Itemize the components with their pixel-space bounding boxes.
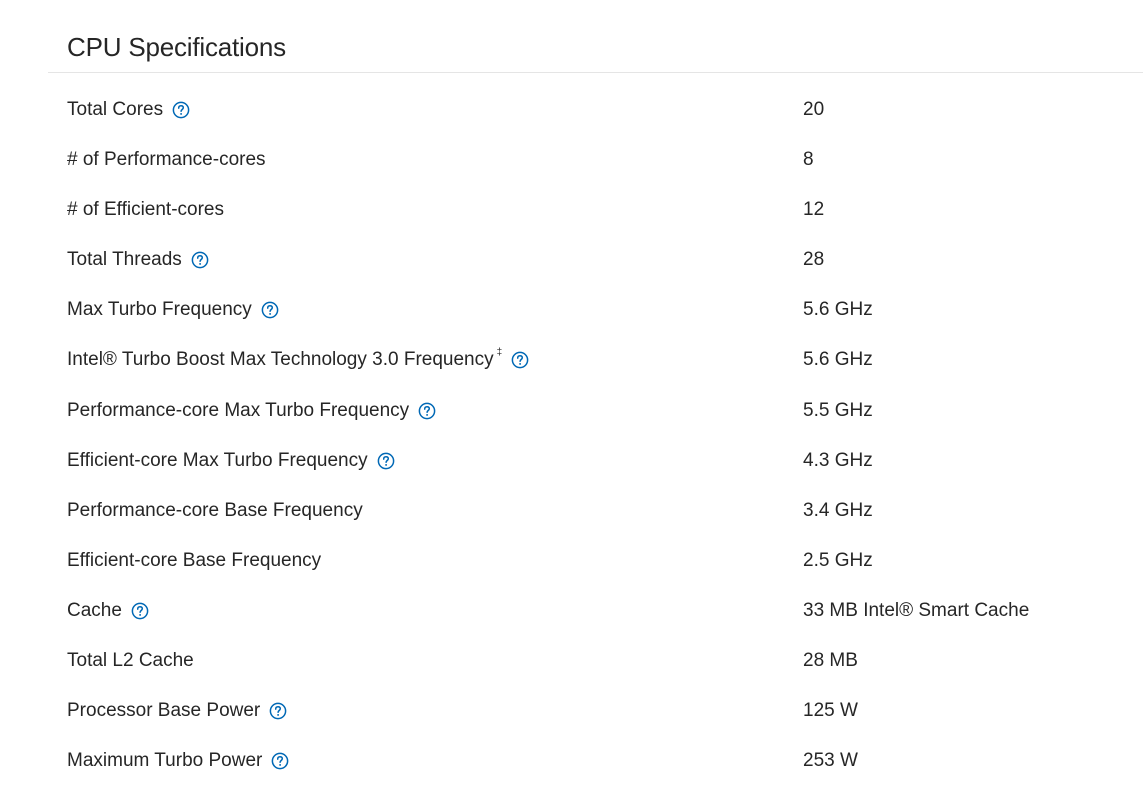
spec-label-text: Efficient-core Base Frequency — [67, 549, 322, 571]
spec-label: Total L2 Cache — [67, 636, 194, 686]
help-icon[interactable] — [131, 602, 149, 620]
spec-value: 5.5 GHz — [803, 399, 873, 421]
spec-value: 33 MB Intel® Smart Cache — [803, 599, 1030, 621]
spec-label: Performance-core Base Frequency — [67, 486, 363, 536]
help-icon[interactable] — [191, 251, 209, 269]
spec-label: Intel® Turbo Boost Max Technology 3.0 Fr… — [67, 335, 529, 385]
spec-list: Total Cores 20 # of Performance-cores 8 … — [0, 85, 1143, 786]
spec-row-performance-core-max-turbo: Performance-core Max Turbo Frequency 5.5… — [0, 386, 1143, 436]
spec-label-text: Efficient-core Max Turbo Frequency — [67, 449, 368, 471]
spec-label-text: Cache — [67, 599, 122, 621]
spec-value: 125 W — [803, 700, 858, 722]
spec-label-text: # of Performance-cores — [67, 149, 266, 171]
spec-label: Efficient-core Max Turbo Frequency — [67, 436, 395, 486]
help-icon[interactable] — [172, 101, 190, 119]
spec-row-total-cores: Total Cores 20 — [0, 85, 1143, 135]
spec-value: 253 W — [803, 750, 858, 772]
spec-label-text: Performance-core Max Turbo Frequency — [67, 399, 410, 421]
spec-label-text: Total Cores — [67, 99, 164, 120]
spec-row-performance-cores: # of Performance-cores 8 — [0, 135, 1143, 185]
spec-value: 12 — [803, 199, 825, 221]
spec-label-text: Maximum Turbo Power — [67, 750, 263, 772]
spec-row-max-turbo-frequency: Max Turbo Frequency 5.6 GHz — [0, 285, 1143, 335]
spec-label: Maximum Turbo Power — [67, 736, 289, 786]
spec-label: Max Turbo Frequency — [67, 285, 279, 335]
spec-value: 8 — [803, 149, 814, 171]
spec-label-text: Processor Base Power — [67, 700, 261, 722]
spec-label: Total Threads — [67, 235, 209, 285]
footnote-dagger: ‡ — [496, 346, 503, 358]
spec-value: 2.5 GHz — [803, 549, 873, 571]
spec-value: 5.6 GHz — [803, 349, 873, 371]
spec-value: 20 — [803, 99, 825, 120]
spec-label: Processor Base Power — [67, 686, 287, 736]
spec-row-efficient-cores: # of Efficient-cores 12 — [0, 185, 1143, 235]
help-icon[interactable] — [261, 301, 279, 319]
section-divider — [48, 72, 1143, 73]
spec-row-total-threads: Total Threads 28 — [0, 235, 1143, 285]
spec-row-total-l2-cache: Total L2 Cache 28 MB — [0, 636, 1143, 686]
help-icon[interactable] — [511, 351, 529, 369]
spec-label-text: Max Turbo Frequency — [67, 299, 252, 321]
spec-value: 3.4 GHz — [803, 499, 873, 521]
spec-label: Efficient-core Base Frequency — [67, 536, 321, 586]
spec-row-efficient-core-base: Efficient-core Base Frequency 2.5 GHz — [0, 536, 1143, 586]
spec-value: 28 — [803, 249, 825, 271]
spec-value: 4.3 GHz — [803, 449, 873, 471]
spec-row-maximum-turbo-power: Maximum Turbo Power 253 W — [0, 736, 1143, 786]
spec-row-turbo-boost-max-3-frequency: Intel® Turbo Boost Max Technology 3.0 Fr… — [0, 335, 1143, 385]
spec-value: 28 MB — [803, 650, 858, 672]
spec-label: Performance-core Max Turbo Frequency — [67, 386, 436, 436]
spec-label-text: Performance-core Base Frequency — [67, 499, 363, 521]
help-icon[interactable] — [377, 452, 395, 470]
spec-label-text: Intel® Turbo Boost Max Technology 3.0 Fr… — [67, 349, 494, 371]
spec-label-text: Total Threads — [67, 249, 182, 271]
help-icon[interactable] — [269, 702, 287, 720]
spec-label: Cache — [67, 586, 149, 636]
spec-row-performance-core-base: Performance-core Base Frequency 3.4 GHz — [0, 486, 1143, 536]
spec-label: # of Efficient-cores — [67, 185, 224, 235]
spec-label-text: Total L2 Cache — [67, 650, 194, 672]
help-icon[interactable] — [418, 402, 436, 420]
help-icon[interactable] — [271, 752, 289, 770]
spec-value: 5.6 GHz — [803, 299, 873, 321]
spec-row-processor-base-power: Processor Base Power 125 W — [0, 686, 1143, 736]
spec-label: # of Performance-cores — [67, 135, 266, 185]
section-title: CPU Specifications — [67, 32, 286, 62]
spec-row-efficient-core-max-turbo: Efficient-core Max Turbo Frequency 4.3 G… — [0, 436, 1143, 486]
spec-label: Total Cores — [67, 85, 190, 135]
spec-row-cache: Cache 33 MB Intel® Smart Cache — [0, 586, 1143, 636]
spec-label-text: # of Efficient-cores — [67, 199, 225, 221]
